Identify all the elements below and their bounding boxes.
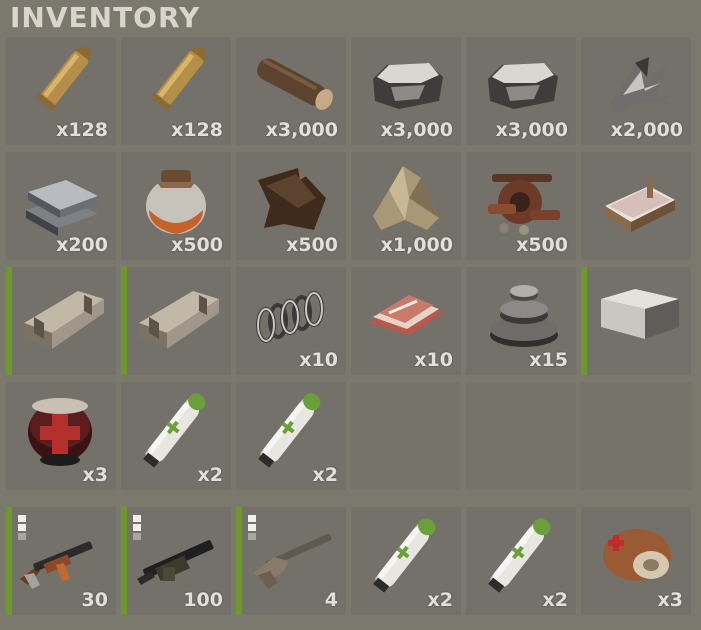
inventory-slot[interactable]: x3,000 — [466, 37, 576, 145]
inventory-slot[interactable]: x10 — [236, 267, 346, 375]
weapon-condition-indicator — [18, 515, 26, 542]
slot-quantity: 100 — [183, 589, 223, 611]
slot-quantity: x128 — [171, 119, 223, 141]
slot-equipped-bar — [6, 267, 12, 375]
inventory-slot[interactable]: x200 — [6, 152, 116, 260]
inventory-slot[interactable]: x2 — [236, 382, 346, 490]
slot-quantity: 4 — [324, 589, 338, 611]
slot-quantity: x500 — [286, 234, 338, 256]
rifle-ammo-icon — [35, 47, 91, 112]
inventory-slot[interactable]: x500 — [121, 152, 231, 260]
stones-icon — [373, 63, 443, 109]
inventory-slot[interactable]: x1,000 — [351, 152, 461, 260]
inventory-slot[interactable]: x10 — [351, 267, 461, 375]
bolt-action-rifle-icon — [254, 533, 332, 589]
weapon-condition-indicator — [248, 515, 256, 542]
leather-icon — [258, 168, 326, 230]
slot-equipped-bar — [581, 267, 587, 375]
wood-icon — [257, 58, 333, 110]
slot-quantity: x1,000 — [380, 234, 453, 256]
slot-quantity: x128 — [56, 119, 108, 141]
assault-rifle-icon — [20, 541, 93, 589]
inventory-slot[interactable]: x500 — [236, 152, 346, 260]
slot-quantity: x200 — [56, 234, 108, 256]
slot-quantity: x2 — [197, 464, 223, 486]
slot-quantity: x3 — [657, 589, 683, 611]
machine-gun-icon — [137, 540, 214, 585]
inventory-slot[interactable] — [351, 382, 461, 490]
inventory-slot[interactable] — [581, 382, 691, 490]
inventory-slot[interactable] — [121, 267, 231, 375]
weapon-condition-indicator — [133, 515, 141, 542]
metal-fragments-icon — [609, 57, 675, 113]
medical-syringe-icon — [258, 393, 321, 468]
slot-equipped-bar — [121, 507, 127, 615]
low-grade-fuel-jar-icon — [146, 170, 206, 234]
slot-quantity: x3,000 — [265, 119, 338, 141]
inventory-slot[interactable]: 100 — [121, 507, 231, 615]
medical-syringe-icon — [488, 518, 551, 593]
inventory-slot[interactable]: x15 — [466, 267, 576, 375]
inventory-slot[interactable]: x128 — [121, 37, 231, 145]
inventory-slot[interactable]: x500 — [466, 152, 576, 260]
inventory-slot[interactable]: 4 — [236, 507, 346, 615]
large-box-icon — [601, 289, 679, 339]
slot-quantity: x10 — [299, 349, 338, 371]
slot-quantity: x500 — [171, 234, 223, 256]
slot-quantity: x500 — [516, 234, 568, 256]
inventory-slot[interactable] — [581, 152, 691, 260]
medical-helmet-icon — [28, 398, 92, 466]
wooden-crate-icon — [24, 291, 104, 349]
slot-quantity: x2 — [427, 589, 453, 611]
slot-quantity: x3 — [82, 464, 108, 486]
slot-quantity: x15 — [529, 349, 568, 371]
wooden-crate-icon — [139, 291, 219, 349]
inventory-slot[interactable]: 30 — [6, 507, 116, 615]
medical-syringe-icon — [373, 518, 436, 593]
inventory-slot[interactable]: x3 — [6, 382, 116, 490]
bandage-roll-icon — [603, 529, 671, 581]
slot-quantity: x3,000 — [380, 119, 453, 141]
slot-equipped-bar — [121, 267, 127, 375]
inventory-slot[interactable]: x128 — [6, 37, 116, 145]
inventory-slot[interactable]: x2 — [121, 382, 231, 490]
scrap-parts-icon — [488, 174, 560, 235]
slot-equipped-bar — [6, 507, 12, 615]
inventory-slot[interactable]: x2 — [351, 507, 461, 615]
rifle-ammo-icon — [150, 47, 206, 112]
inventory-slot[interactable]: x2 — [466, 507, 576, 615]
slot-quantity: x2 — [542, 589, 568, 611]
inventory-slot[interactable]: x3,000 — [351, 37, 461, 145]
inventory-slot[interactable] — [466, 382, 576, 490]
inventory-slot[interactable] — [581, 267, 691, 375]
slot-quantity: x2 — [312, 464, 338, 486]
medical-syringe-icon — [143, 393, 206, 468]
inventory-grid: x128 x128 x3,000 x3,000 x3,000 x2,000 x200 x500… — [0, 0, 701, 630]
spring-icon — [256, 291, 324, 343]
stones-icon — [488, 63, 558, 109]
metal-ingots-icon — [26, 180, 98, 236]
slot-quantity: 30 — [81, 589, 108, 611]
inventory-slot[interactable] — [6, 267, 116, 375]
slot-quantity: x3,000 — [495, 119, 568, 141]
slot-quantity: x10 — [414, 349, 453, 371]
slot-quantity: x2,000 — [610, 119, 683, 141]
metal-sheets-icon — [369, 295, 443, 335]
cloth-icon — [373, 166, 439, 230]
bed-icon — [605, 178, 675, 232]
inventory-slot[interactable]: x3,000 — [236, 37, 346, 145]
gears-icon — [490, 285, 558, 347]
inventory-slot[interactable]: x2,000 — [581, 37, 691, 145]
inventory-slot[interactable]: x3 — [581, 507, 691, 615]
slot-equipped-bar — [236, 507, 242, 615]
